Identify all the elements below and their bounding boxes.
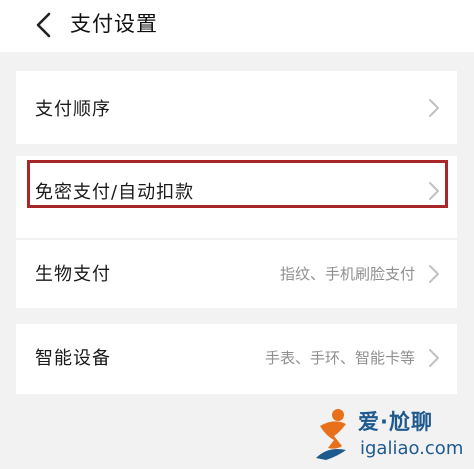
chevron-right-icon [427, 347, 441, 369]
settings-item-label: 支付顺序 [35, 99, 111, 120]
settings-item-biometric-pay[interactable]: 生物支付 指纹、手机刷脸支付 [16, 240, 457, 308]
settings-item-smart-device[interactable]: 智能设备 手表、手环、智能卡等 [16, 324, 457, 394]
chevron-right-icon [427, 180, 441, 202]
chevron-right-icon [427, 97, 441, 119]
settings-item-password-free[interactable]: 免密支付/自动扣款 [16, 156, 457, 238]
page-title: 支付设置 [70, 12, 158, 36]
watermark-logo-icon [316, 409, 346, 460]
settings-item-label: 智能设备 [35, 348, 111, 369]
chevron-right-icon [427, 263, 441, 285]
watermark: 爱·尬聊 igaliao.com [312, 404, 472, 466]
watermark-url: igaliao.com [360, 438, 464, 459]
settings-item-label: 生物支付 [35, 264, 111, 285]
chevron-left-icon [36, 12, 51, 38]
settings-item-value: 指纹、手机刷脸支付 [279, 265, 415, 283]
settings-item-label: 免密支付/自动扣款 [35, 182, 195, 203]
settings-item-value: 手表、手环、智能卡等 [264, 349, 415, 367]
settings-item-payment-order[interactable]: 支付顺序 [16, 71, 457, 144]
header-bar: 支付设置 [0, 0, 474, 52]
back-button[interactable] [30, 10, 60, 40]
watermark-brand: 爱·尬聊 [358, 410, 433, 434]
